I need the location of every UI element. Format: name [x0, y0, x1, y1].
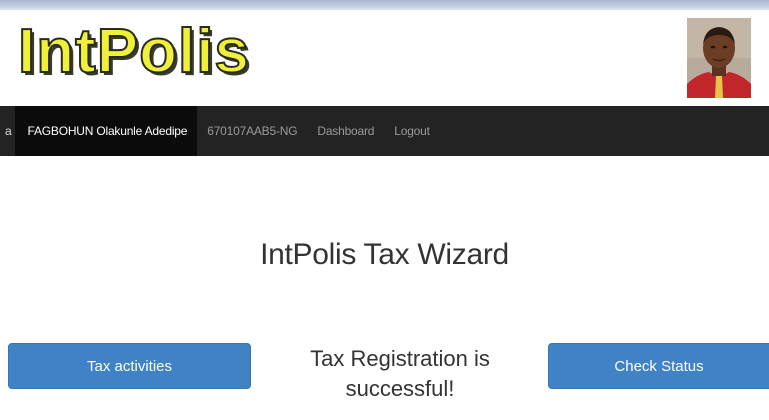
- nav-item-user-name[interactable]: FAGBOHUN Olakunle Adedipe: [15, 106, 198, 156]
- avatar[interactable]: [687, 18, 751, 98]
- status-message: Tax Registration is successful!: [310, 346, 490, 401]
- nav-item-logout[interactable]: Logout: [384, 106, 440, 156]
- page-title: IntPolis Tax Wizard: [260, 238, 509, 271]
- app-logo[interactable]: IntPolis: [17, 12, 250, 92]
- nav-item-truncated[interactable]: a: [0, 106, 15, 156]
- nav-item-tax-id[interactable]: 670107AAB5-NG: [197, 106, 307, 156]
- top-navbar: a FAGBOHUN Olakunle Adedipe 670107AAB5-N…: [0, 106, 769, 156]
- header-divider: [0, 8, 769, 10]
- browser-top-strip: [0, 0, 769, 8]
- user-photo-icon: [687, 18, 751, 98]
- page: IntPolis a FAGBOHUN Olakunle Adedipe 670…: [0, 0, 769, 420]
- check-status-button[interactable]: Check Status: [548, 343, 769, 389]
- tax-activities-button[interactable]: Tax activities: [8, 343, 251, 389]
- nav-item-dashboard[interactable]: Dashboard: [307, 106, 384, 156]
